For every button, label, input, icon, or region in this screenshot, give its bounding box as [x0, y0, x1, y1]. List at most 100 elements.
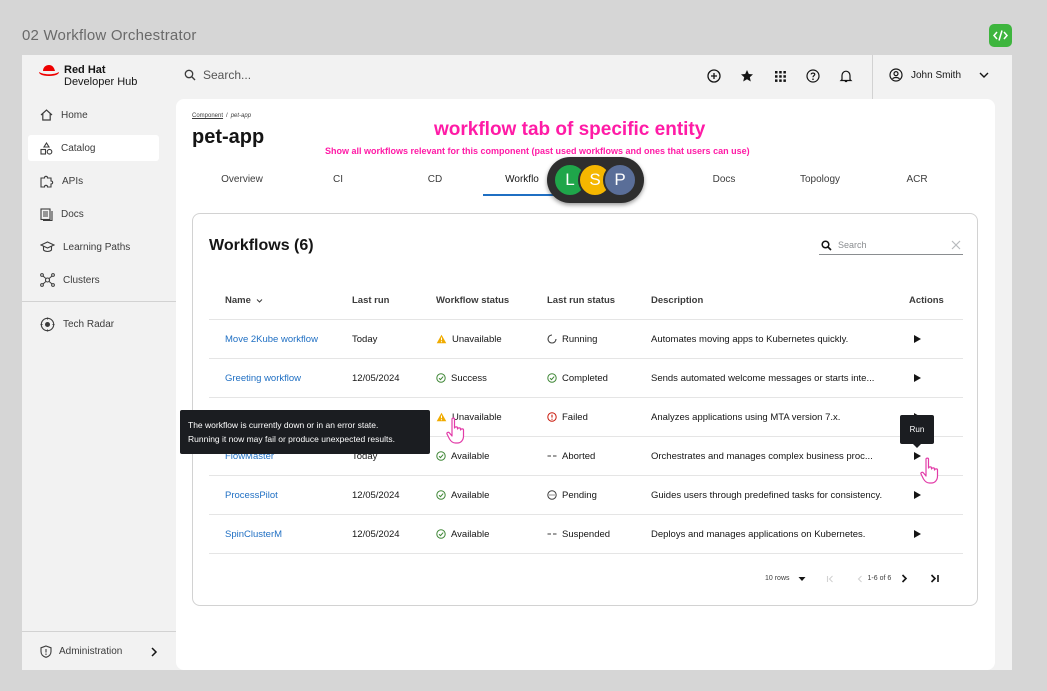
workflow-name-link[interactable]: Move 2Kube workflow — [225, 320, 318, 358]
column-header-name[interactable]: Name — [225, 282, 263, 319]
workflow-status-text: Success — [451, 372, 487, 384]
main-panel: Component / pet-app pet-app workflow tab… — [176, 99, 995, 670]
catalog-icon — [40, 141, 53, 155]
rows-per-page-select[interactable]: 10 rows — [765, 575, 790, 582]
brand-logo[interactable]: Red Hat Developer Hub — [38, 64, 137, 88]
workflow-status: Unavailable — [436, 320, 502, 358]
workflow-status: Success — [436, 359, 487, 397]
global-search[interactable]: Search... — [184, 68, 251, 82]
tooltip-line: Running it now may fail or produce unexp… — [188, 434, 395, 444]
prev-page-icon[interactable] — [856, 575, 864, 583]
sidebar-item-tech-radar[interactable]: Tech Radar — [28, 311, 159, 337]
hand-cursor-icon — [920, 457, 939, 484]
last-page-icon[interactable] — [930, 574, 940, 583]
description: Analyzes applications using MTA version … — [651, 411, 841, 423]
check-circle-icon — [436, 490, 446, 500]
first-page-icon[interactable] — [826, 575, 834, 583]
tab-topology[interactable]: Topology — [772, 170, 868, 196]
running-spinner-icon — [547, 334, 557, 344]
pending-icon — [547, 490, 557, 500]
last-run-status: Suspended — [547, 515, 610, 553]
avatar[interactable]: P — [603, 163, 637, 197]
tab-acr[interactable]: ACR — [869, 170, 965, 196]
tab-docs[interactable]: Docs — [676, 170, 772, 196]
page-title: pet-app — [192, 126, 265, 148]
last-run-status-text: Suspended — [562, 528, 611, 540]
last-run-status-text: Aborted — [562, 450, 596, 462]
sidebar-item-docs[interactable]: Docs — [28, 201, 159, 227]
workflow-status-text: Unavailable — [452, 333, 502, 345]
tab-cd[interactable]: CD — [387, 170, 483, 196]
close-icon[interactable] — [951, 240, 961, 250]
tab-ci[interactable]: CI — [290, 170, 386, 196]
clusters-icon — [40, 273, 55, 287]
sidebar-item-catalog[interactable]: Catalog — [28, 135, 159, 161]
caret-down-icon[interactable] — [798, 576, 806, 582]
description: Automates moving apps to Kubernetes quic… — [651, 333, 849, 345]
breadcrumb-link[interactable]: Component — [192, 113, 223, 119]
grid-icon[interactable] — [772, 68, 788, 84]
sidebar-item-learning-paths[interactable]: Learning Paths — [28, 234, 159, 260]
run-button[interactable] — [914, 359, 921, 397]
docs-icon — [40, 207, 53, 221]
tab-overview[interactable]: Overview — [194, 170, 290, 196]
play-icon — [914, 491, 921, 499]
sort-chevron-icon — [256, 298, 263, 303]
plus-circle-icon[interactable] — [706, 68, 722, 84]
sidebar-item-clusters[interactable]: Clusters — [28, 267, 159, 293]
breadcrumb: Component / pet-app — [192, 113, 251, 119]
column-header-last-run: Last run — [352, 295, 390, 306]
sidebar-divider — [22, 301, 176, 302]
play-icon — [914, 335, 921, 343]
annotation-title: workflow tab of specific entity — [434, 119, 706, 140]
sidebar-item-label: Catalog — [61, 142, 96, 154]
last-run: 12/05/2024 — [352, 528, 400, 540]
last-run: 12/05/2024 — [352, 489, 400, 501]
tooltip-line: The workflow is currently down or in an … — [188, 420, 379, 430]
sidebar-item-home[interactable]: Home — [28, 102, 159, 128]
run-tooltip: Run — [900, 415, 934, 448]
workflow-name-link[interactable]: SpinClusterM — [225, 515, 282, 553]
user-name: John Smith — [911, 69, 962, 81]
next-page-icon[interactable] — [900, 574, 908, 583]
last-run-status-text: Completed — [562, 372, 608, 384]
last-run-status-text: Failed — [562, 411, 588, 423]
breadcrumb-separator: / — [226, 113, 228, 119]
sidebar-item-label: Docs — [61, 208, 84, 220]
help-icon[interactable] — [805, 68, 821, 84]
run-button[interactable] — [914, 515, 921, 553]
bell-icon[interactable] — [838, 68, 854, 84]
description: Sends automated welcome messages or star… — [651, 372, 875, 384]
check-circle-icon — [436, 373, 446, 383]
tooltip-arrow — [913, 444, 921, 448]
pagination: 10 rows 1-6 of 6 — [765, 574, 940, 583]
global-search-input[interactable]: Search... — [203, 68, 251, 82]
table-row: Move 2Kube workflow Today Unavailable Ru… — [209, 320, 963, 359]
puzzle-icon — [40, 175, 54, 188]
last-run-status: Pending — [547, 476, 597, 514]
sidebar-item-apis[interactable]: APIs — [28, 168, 159, 194]
column-header-label: Name — [225, 295, 251, 306]
chevron-down-icon — [979, 72, 989, 78]
description: Deploys and manages applications on Kube… — [651, 528, 866, 540]
dash-icon — [547, 533, 557, 535]
user-menu[interactable]: John Smith — [889, 68, 991, 82]
sidebar-item-label: APIs — [62, 175, 84, 187]
sidebar-item-label: Administration — [59, 646, 123, 657]
workflow-name-link[interactable]: ProcessPilot — [225, 476, 278, 514]
column-header-workflow-status: Workflow status — [436, 295, 510, 306]
warning-icon — [436, 334, 447, 344]
tooltip-text: Run — [909, 425, 925, 434]
check-circle-icon — [436, 451, 446, 461]
workflow-name-link[interactable]: Greeting workflow — [225, 359, 301, 397]
workflow-search-input[interactable]: Search — [819, 236, 963, 255]
sidebar-item-administration[interactable]: Administration — [40, 645, 158, 658]
check-circle-icon — [436, 529, 446, 539]
app-window: Red Hat Developer Hub Search... John Smi… — [22, 55, 1012, 670]
brand-line2: Developer Hub — [64, 76, 138, 88]
code-icon[interactable] — [989, 24, 1012, 47]
star-icon[interactable] — [739, 68, 755, 84]
user-avatar-icon — [889, 68, 903, 82]
table-header-row: Name Last run Workflow status Last run s… — [209, 282, 963, 320]
run-button[interactable] — [914, 320, 921, 358]
